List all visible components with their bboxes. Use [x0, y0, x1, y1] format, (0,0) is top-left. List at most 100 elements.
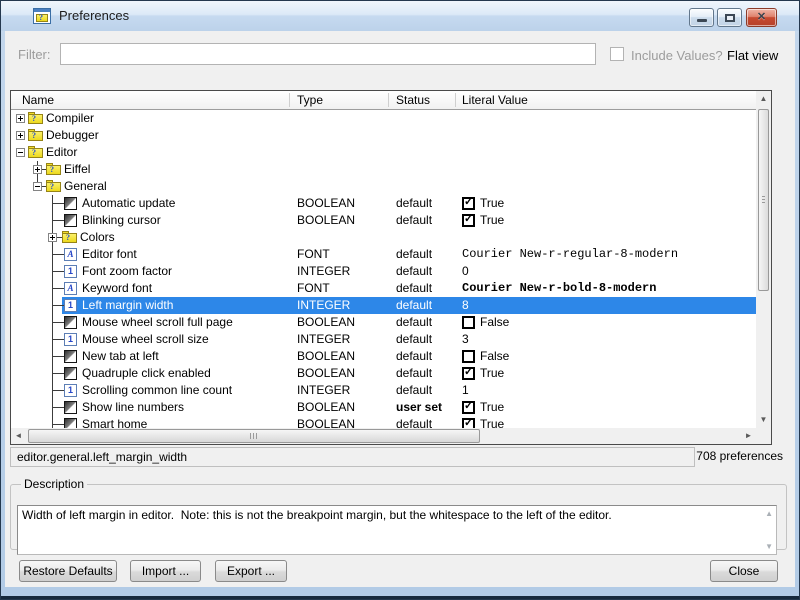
checkmark-icon: ✓	[464, 400, 473, 413]
tree-row-new-tab-at-left[interactable]: New tab at leftBOOLEANdefaultFalse	[11, 348, 756, 365]
collapse-toggle[interactable]	[33, 182, 42, 191]
column-header-status[interactable]: Status	[396, 91, 430, 109]
tree-row-debugger[interactable]: ?Debugger	[11, 127, 756, 144]
filter-input[interactable]	[60, 43, 596, 65]
preference-name: Mouse wheel scroll full page	[82, 314, 233, 331]
preference-name: General	[64, 178, 107, 195]
preference-status: default	[396, 331, 432, 348]
column-header-type[interactable]: Type	[297, 91, 323, 109]
preference-value: False	[480, 348, 509, 365]
scrollbar-corner	[756, 428, 771, 444]
tree-row-keyword-font[interactable]: AKeyword fontFONTdefaultCourier New-r-bo…	[11, 280, 756, 297]
import-button[interactable]: Import ...	[130, 560, 201, 582]
scroll-left-icon[interactable]: ◄	[11, 428, 26, 444]
description-text: Width of left margin in editor. Note: th…	[22, 508, 754, 522]
column-header-name[interactable]: Name	[22, 91, 54, 109]
tree-connector-line	[52, 220, 64, 221]
filter-label: Filter:	[18, 47, 51, 62]
restore-defaults-button[interactable]: Restore Defaults	[19, 560, 117, 582]
include-values-checkbox[interactable]	[610, 47, 624, 61]
tree-row-eiffel[interactable]: ?Eiffel	[11, 161, 756, 178]
integer-icon: 1	[64, 265, 77, 278]
tree-row-show-line-numbers[interactable]: Show line numbersBOOLEANuser set✓True	[11, 399, 756, 416]
tree-connector-line	[52, 424, 64, 425]
integer-icon: 1	[64, 299, 77, 312]
boolean-icon	[64, 197, 77, 210]
value-checkbox[interactable]	[462, 350, 475, 363]
preference-type: INTEGER	[297, 382, 350, 399]
preference-status: default	[396, 246, 432, 263]
expand-toggle[interactable]	[48, 233, 57, 242]
minimize-icon	[697, 19, 707, 22]
value-checkbox[interactable]: ✓	[462, 401, 475, 414]
preferences-app-icon: ?	[33, 8, 51, 24]
description-scroll-down-icon[interactable]: ▼	[765, 542, 773, 551]
tree-row-font-zoom-factor[interactable]: 1Font zoom factorINTEGERdefault0	[11, 263, 756, 280]
tree-row-mouse-wheel-scroll-size[interactable]: 1Mouse wheel scroll sizeINTEGERdefault3	[11, 331, 756, 348]
value-checkbox[interactable]: ✓	[462, 214, 475, 227]
preference-count: 708 preferences	[696, 449, 783, 463]
horizontal-scrollbar[interactable]: ◄ ►	[11, 428, 756, 444]
tree-row-blinking-cursor[interactable]: Blinking cursorBOOLEANdefault✓True	[11, 212, 756, 229]
preference-name: Show line numbers	[82, 399, 184, 416]
window-close-button[interactable]: ✕	[746, 8, 777, 27]
tree-row-editor[interactable]: ?Editor	[11, 144, 756, 161]
preference-value: False	[480, 314, 509, 331]
export-button[interactable]: Export ...	[215, 560, 287, 582]
expand-toggle[interactable]	[16, 131, 25, 140]
tree-connector-line	[52, 203, 64, 204]
vertical-scroll-thumb[interactable]	[758, 109, 769, 291]
tree-row-compiler[interactable]: ?Compiler	[11, 110, 756, 127]
value-checkbox[interactable]: ✓	[462, 418, 475, 428]
folder-question-mark: ?	[32, 131, 36, 140]
tree-row-scrolling-common-line-count[interactable]: 1Scrolling common line countINTEGERdefau…	[11, 382, 756, 399]
tree-row-quadruple-click-enabled[interactable]: Quadruple click enabledBOOLEANdefault✓Tr…	[11, 365, 756, 382]
boolean-icon	[64, 367, 77, 380]
tree-row-automatic-update[interactable]: Automatic updateBOOLEANdefault✓True	[11, 195, 756, 212]
tree-row-left-margin-width[interactable]: 1Left margin widthINTEGERdefault8	[11, 297, 756, 314]
close-dialog-button[interactable]: Close	[710, 560, 778, 582]
vertical-scrollbar[interactable]: ▲ ▼	[756, 91, 771, 428]
preference-value: Courier New-r-regular-8-modern	[462, 246, 678, 263]
checkmark-icon: ✓	[464, 417, 473, 428]
horizontal-scroll-thumb[interactable]	[28, 429, 480, 443]
expand-toggle[interactable]	[33, 165, 42, 174]
preference-type: BOOLEAN	[297, 348, 355, 365]
preference-status: default	[396, 297, 432, 314]
column-header-literal[interactable]: Literal Value	[462, 91, 528, 109]
folder-question-mark: ?	[50, 182, 54, 191]
flat-view-button[interactable]: Flat view	[727, 48, 778, 63]
boolean-icon	[64, 418, 77, 428]
tree-row-editor-font[interactable]: AEditor fontFONTdefaultCourier New-r-reg…	[11, 246, 756, 263]
minimize-button[interactable]	[689, 8, 714, 27]
value-checkbox[interactable]: ✓	[462, 367, 475, 380]
column-divider[interactable]	[455, 93, 456, 107]
column-divider[interactable]	[388, 93, 389, 107]
tree-row-colors[interactable]: ?Colors	[11, 229, 756, 246]
tree-row-mouse-wheel-scroll-full-page[interactable]: Mouse wheel scroll full pageBOOLEANdefau…	[11, 314, 756, 331]
preference-type: INTEGER	[297, 297, 350, 314]
scroll-up-icon[interactable]: ▲	[756, 91, 771, 107]
maximize-icon	[725, 14, 735, 22]
value-checkbox[interactable]: ✓	[462, 197, 475, 210]
expand-toggle[interactable]	[16, 114, 25, 123]
preference-value: 3	[462, 331, 469, 348]
maximize-button[interactable]	[717, 8, 742, 27]
tree-row-smart-home[interactable]: Smart homeBOOLEANdefault✓True	[11, 416, 756, 428]
preference-name: Left margin width	[82, 297, 173, 314]
window-bottom-border	[1, 596, 799, 599]
tree-connector-line	[52, 305, 64, 306]
boolean-icon	[64, 350, 77, 363]
scroll-right-icon[interactable]: ►	[741, 428, 756, 444]
scroll-down-icon[interactable]: ▼	[756, 412, 771, 428]
preference-name: Editor font	[82, 246, 137, 263]
value-checkbox[interactable]	[462, 316, 475, 329]
description-scroll-up-icon[interactable]: ▲	[765, 509, 773, 518]
collapse-toggle[interactable]	[16, 148, 25, 157]
tree-row-general[interactable]: ? General	[11, 178, 756, 195]
grid-header: Name Type Status Literal Value	[11, 91, 756, 110]
boolean-icon	[64, 401, 77, 414]
preference-name: Eiffel	[64, 161, 90, 178]
column-divider[interactable]	[289, 93, 290, 107]
folder-icon: ?	[62, 231, 77, 243]
